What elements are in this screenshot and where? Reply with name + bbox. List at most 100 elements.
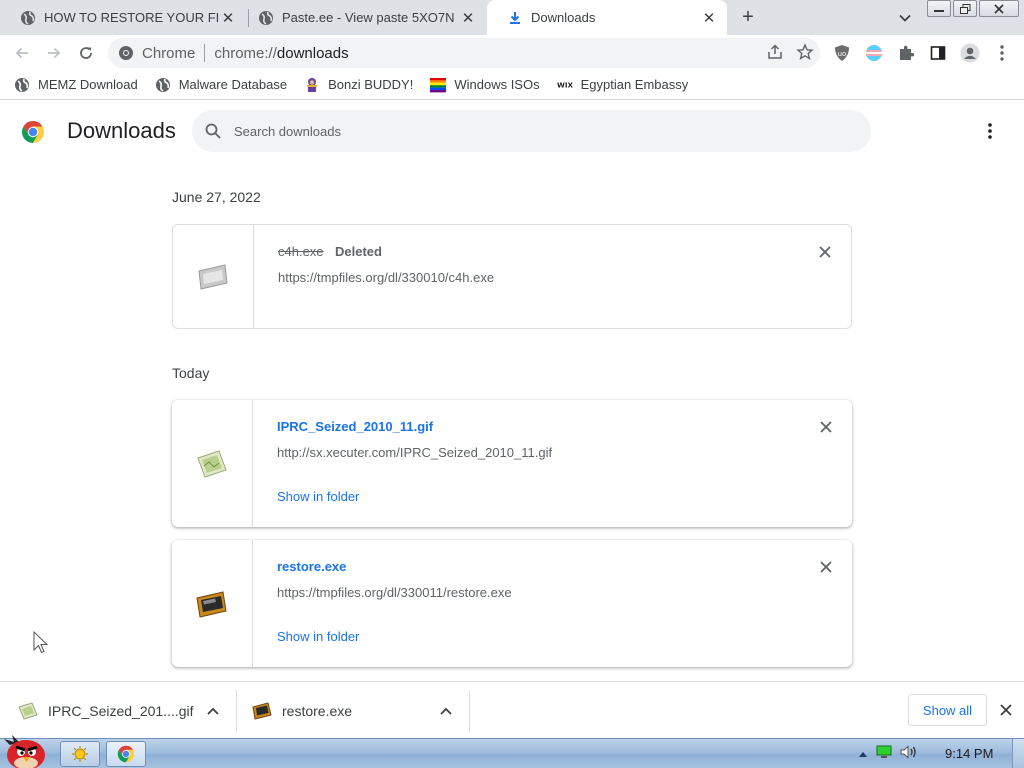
url-host: downloads bbox=[276, 44, 349, 62]
file-name: c4h.exe bbox=[278, 244, 324, 259]
file-url[interactable]: https://tmpfiles.org/dl/330010/c4h.exe bbox=[278, 270, 494, 285]
shelf-item-restore[interactable]: restore.exe bbox=[252, 689, 466, 733]
window-close-icon[interactable] bbox=[979, 0, 1019, 17]
share-icon[interactable] bbox=[766, 43, 784, 65]
show-in-folder-link[interactable]: Show in folder bbox=[277, 629, 359, 644]
date-header: June 27, 2022 bbox=[172, 189, 261, 205]
url-scheme: chrome:// bbox=[214, 44, 277, 62]
tab-close-icon[interactable]: ✕ bbox=[701, 10, 717, 27]
remove-from-list-icon[interactable] bbox=[816, 417, 836, 437]
taskbar-clock[interactable]: 9:14 PM bbox=[945, 746, 993, 761]
show-desktop-button[interactable] bbox=[1012, 739, 1024, 768]
mouse-cursor-icon bbox=[33, 631, 49, 654]
svg-text:WIX: WIX bbox=[557, 80, 573, 89]
minimize-icon[interactable] bbox=[927, 0, 951, 17]
exe-file-icon bbox=[198, 263, 228, 290]
bookmark-bonzi-buddy[interactable]: Bonzi BUDDY! bbox=[304, 77, 413, 93]
file-icon-column bbox=[173, 225, 254, 328]
file-url[interactable]: https://tmpfiles.org/dl/330011/restore.e… bbox=[277, 585, 512, 600]
chrome-icon bbox=[117, 745, 135, 763]
bookmark-label: Malware Database bbox=[178, 77, 288, 92]
chevron-up-icon[interactable] bbox=[205, 703, 221, 719]
site-info-chip[interactable]: Chrome bbox=[118, 45, 195, 62]
remove-from-list-icon[interactable] bbox=[816, 557, 836, 577]
show-all-button[interactable]: Show all bbox=[908, 694, 987, 726]
shelf-separator bbox=[469, 690, 470, 732]
omnibox-divider bbox=[204, 44, 206, 62]
search-input[interactable] bbox=[234, 123, 834, 139]
sun-folder-icon bbox=[72, 746, 88, 762]
shelf-separator bbox=[236, 690, 237, 732]
new-tab-plus-icon[interactable]: + bbox=[737, 6, 759, 28]
search-downloads-bar[interactable] bbox=[192, 110, 871, 152]
url-text[interactable]: chrome://downloads bbox=[214, 45, 348, 62]
network-monitor-icon[interactable] bbox=[876, 745, 892, 762]
ublock-shield-icon[interactable]: uo bbox=[828, 39, 856, 67]
pride-flag-extension-icon[interactable] bbox=[860, 39, 888, 67]
tab-restore-files[interactable]: HOW TO RESTORE YOUR FILES ✕ bbox=[0, 0, 246, 35]
download-card-c4h: c4h.exe Deleted https://tmpfiles.org/dl/… bbox=[172, 224, 852, 329]
profile-avatar-icon[interactable] bbox=[956, 39, 984, 67]
bookmark-star-icon[interactable] bbox=[796, 43, 814, 65]
gif-file-icon bbox=[197, 449, 227, 478]
bookmark-label: MEMZ Download bbox=[38, 77, 138, 92]
rainbow-flag-icon bbox=[430, 77, 447, 93]
address-bar[interactable]: Chrome chrome://downloads bbox=[108, 38, 820, 68]
bookmark-egyptian-embassy[interactable]: WIX Egyptian Embassy bbox=[557, 77, 689, 93]
bonzi-icon bbox=[304, 77, 320, 93]
explorer-taskbar-button[interactable] bbox=[60, 741, 100, 767]
file-name-link[interactable]: restore.exe bbox=[277, 559, 346, 574]
tab-title: Paste.ee - View paste 5XO7N bbox=[282, 10, 455, 25]
exe-file-icon bbox=[196, 590, 227, 618]
extensions-puzzle-icon[interactable] bbox=[892, 39, 920, 67]
tab-search-chevron-icon[interactable] bbox=[895, 8, 915, 28]
tab-close-icon[interactable]: ✕ bbox=[220, 10, 236, 27]
file-icon-column bbox=[172, 540, 253, 667]
tray-up-arrow-icon[interactable] bbox=[858, 746, 868, 761]
bookmark-windows-isos[interactable]: Windows ISOs bbox=[430, 77, 540, 93]
angry-bird-start-icon[interactable] bbox=[2, 731, 50, 768]
file-name-link[interactable]: IPRC_Seized_2010_11.gif bbox=[277, 419, 433, 434]
chrome-taskbar-button[interactable] bbox=[106, 741, 146, 767]
volume-speaker-icon[interactable] bbox=[900, 745, 918, 762]
exe-file-icon bbox=[252, 701, 272, 721]
remove-from-list-icon[interactable] bbox=[815, 242, 835, 262]
downloads-page: Downloads June 27, 2022 c4h.exe Deleted … bbox=[0, 101, 1024, 681]
search-icon bbox=[205, 123, 221, 139]
site-chip-label: Chrome bbox=[142, 44, 196, 62]
download-shelf: IPRC_Seized_201....gif restore.exe Show … bbox=[0, 681, 1024, 738]
chrome-logo-icon bbox=[22, 121, 44, 143]
tab-paste-ee[interactable]: Paste.ee - View paste 5XO7N ✕ bbox=[238, 0, 486, 35]
bookmark-label: Egyptian Embassy bbox=[580, 77, 689, 92]
file-icon-column bbox=[172, 400, 253, 527]
show-in-folder-link[interactable]: Show in folder bbox=[277, 489, 359, 504]
restore-icon[interactable] bbox=[953, 0, 977, 17]
globe-icon bbox=[14, 77, 30, 93]
chrome-menu-icon[interactable] bbox=[988, 39, 1016, 67]
shelf-item-name: IPRC_Seized_201....gif bbox=[48, 703, 194, 719]
back-arrow-icon[interactable] bbox=[8, 39, 36, 67]
side-panel-icon[interactable] bbox=[924, 39, 952, 67]
chrome-small-icon bbox=[119, 46, 133, 60]
page-title: Downloads bbox=[67, 118, 176, 143]
file-status: Deleted bbox=[335, 244, 382, 259]
more-actions-icon[interactable] bbox=[978, 119, 1002, 143]
tab-close-icon[interactable]: ✕ bbox=[460, 10, 476, 27]
forward-arrow-icon[interactable] bbox=[40, 39, 68, 67]
reload-icon[interactable] bbox=[72, 39, 100, 67]
bookmark-memz-download[interactable]: MEMZ Download bbox=[14, 77, 138, 93]
shelf-item-iprc[interactable]: IPRC_Seized_201....gif bbox=[18, 689, 232, 733]
tab-downloads[interactable]: Downloads ✕ bbox=[487, 0, 727, 35]
bookmarks-bar: MEMZ Download Malware Database Bonzi BUD… bbox=[0, 70, 1024, 100]
bookmark-malware-database[interactable]: Malware Database bbox=[155, 77, 287, 93]
gif-file-icon bbox=[18, 701, 38, 721]
download-icon bbox=[507, 10, 523, 26]
date-header: Today bbox=[172, 365, 210, 381]
file-url[interactable]: http://sx.xecuter.com/IPRC_Seized_2010_1… bbox=[277, 445, 552, 460]
bookmark-label: Bonzi BUDDY! bbox=[328, 77, 414, 92]
chevron-up-icon[interactable] bbox=[438, 703, 454, 719]
svg-text:uo: uo bbox=[838, 50, 847, 58]
globe-icon bbox=[20, 10, 36, 26]
close-shelf-icon[interactable] bbox=[996, 700, 1016, 720]
taskbar: 9:14 PM bbox=[0, 735, 1024, 768]
